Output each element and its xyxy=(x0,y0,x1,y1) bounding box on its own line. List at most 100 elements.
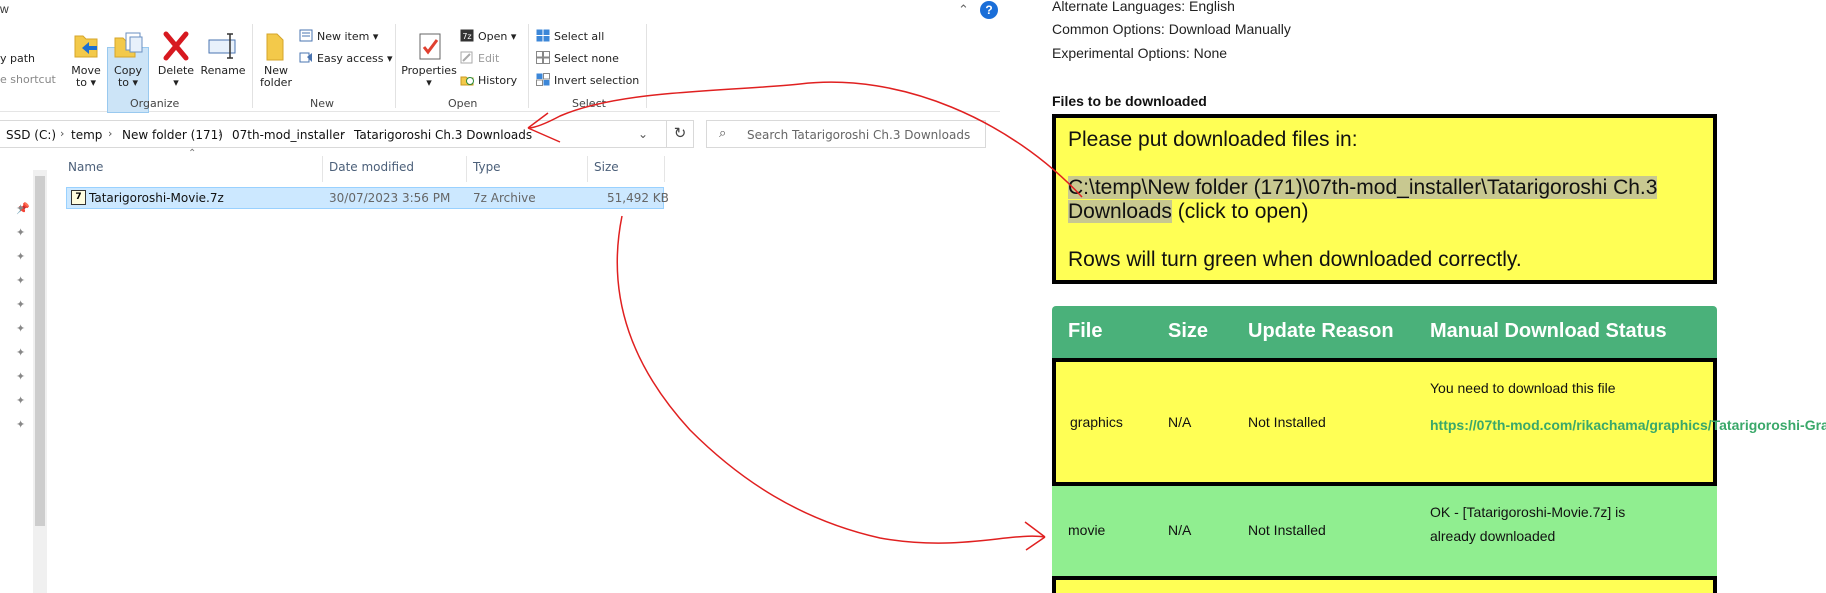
history-button[interactable]: History xyxy=(460,73,517,87)
new-item-button[interactable]: New item ▾ xyxy=(299,29,378,43)
header-update-reason: Update Reason xyxy=(1248,320,1394,342)
breadcrumb-installer[interactable]: 07th-mod_installer xyxy=(232,128,345,142)
column-header-date[interactable]: Date modified xyxy=(329,160,414,174)
refresh-icon: ↻ xyxy=(673,125,687,142)
delete-button[interactable]: Delete ▾ xyxy=(155,30,197,89)
ribbon-separator xyxy=(528,24,529,108)
pin-icon[interactable]: ✦ xyxy=(16,418,25,431)
select-group-label: Select xyxy=(572,97,606,110)
ribbon-separator xyxy=(395,24,396,108)
select-none-button[interactable]: Select none xyxy=(536,51,619,65)
table-header: File Size Update Reason Manual Download … xyxy=(1052,306,1717,358)
select-none-icon xyxy=(536,51,550,64)
column-header-size[interactable]: Size xyxy=(594,160,619,174)
column-separator[interactable] xyxy=(664,156,665,182)
open-label: Open xyxy=(478,30,508,43)
download-path-link-part1[interactable]: C:\temp\New folder (171)\07th-mod_instal… xyxy=(1068,176,1658,199)
column-separator[interactable] xyxy=(587,156,588,182)
breadcrumb-drive[interactable]: SSD (C:) xyxy=(6,128,56,142)
archive-file-icon: 7 xyxy=(71,190,86,205)
move-to-label: Move to xyxy=(71,64,101,89)
option-languages: Alternate Languages: English xyxy=(1052,0,1235,14)
column-separator[interactable] xyxy=(322,156,323,182)
table-row: graphics N/A Not Installed You need to d… xyxy=(1052,358,1826,486)
edit-button[interactable]: Edit xyxy=(460,51,499,65)
file-row[interactable]: 7 Tatarigoroshi-Movie.7z 30/07/2023 3:56… xyxy=(66,187,669,209)
header-size: Size xyxy=(1168,320,1209,342)
download-path-line: Downloads (click to open) xyxy=(1068,200,1701,224)
pin-icon[interactable]: ✦ xyxy=(16,250,25,263)
copy-to-icon xyxy=(114,32,143,58)
download-path-link-part2[interactable]: Downloads xyxy=(1068,200,1172,223)
collapse-ribbon-icon[interactable]: ⌃ xyxy=(958,2,969,18)
copy-to-label: Copy to xyxy=(114,64,142,89)
column-separator[interactable] xyxy=(466,156,467,182)
row-size: N/A xyxy=(1168,414,1192,430)
breadcrumb-temp[interactable]: temp xyxy=(71,128,102,142)
nav-scrollbar-thumb[interactable] xyxy=(35,176,45,526)
address-dropdown-icon[interactable]: ⌄ xyxy=(638,127,648,141)
open-button[interactable]: 7z Open ▾ xyxy=(460,29,516,43)
sort-caret-icon: ⌃ xyxy=(188,148,197,159)
column-header-type[interactable]: Type xyxy=(473,160,501,174)
row-status: You need to download this file xyxy=(1430,380,1616,396)
files-heading: Files to be downloaded xyxy=(1052,93,1207,109)
select-all-button[interactable]: Select all xyxy=(536,29,604,43)
download-path-line: C:\temp\New folder (171)\07th-mod_instal… xyxy=(1068,176,1701,200)
search-input[interactable]: Search Tatarigoroshi Ch.3 Downloads xyxy=(747,128,970,142)
copy-path-fragment[interactable]: y path xyxy=(0,52,35,65)
invert-selection-button[interactable]: Invert selection xyxy=(536,73,639,87)
row-reason: Not Installed xyxy=(1248,522,1326,538)
pin-icon[interactable]: ✦ xyxy=(16,202,25,215)
new-folder-button[interactable]: New folder xyxy=(256,30,296,89)
download-link[interactable]: https://07th-mod.com/rikachama/graphics/… xyxy=(1430,414,1826,436)
edit-label: Edit xyxy=(478,52,500,65)
window-title-fragment: w xyxy=(0,2,9,16)
breadcrumb-new-folder[interactable]: New folder (171) xyxy=(122,128,223,142)
pin-icon[interactable]: ✦ xyxy=(16,370,25,383)
new-folder-label: New folder xyxy=(260,64,292,89)
ribbon: y path e shortcut Move to ▾ Copy to ▾ De… xyxy=(0,20,1000,113)
rename-button[interactable]: Rename xyxy=(198,30,248,77)
easy-access-button[interactable]: Easy access ▾ xyxy=(299,51,393,65)
move-to-button[interactable]: Move to ▾ xyxy=(66,30,106,89)
search-box[interactable]: ⌕ Search Tatarigoroshi Ch.3 Downloads xyxy=(706,120,986,148)
table-row: movie N/A Not Installed OK - [Tatarigoro… xyxy=(1052,486,1717,576)
breadcrumb-separator-icon[interactable]: › xyxy=(108,127,112,140)
help-icon[interactable]: ? xyxy=(980,1,998,19)
column-header-name[interactable]: Name xyxy=(68,160,103,174)
delete-icon xyxy=(163,31,189,61)
pin-icon[interactable]: ✦ xyxy=(16,322,25,335)
properties-button[interactable]: Properties ▾ xyxy=(399,30,459,89)
file-explorer-window: w ⌃ ? y path e shortcut Move to ▾ Copy t… xyxy=(0,0,1000,593)
option-experimental: Experimental Options: None xyxy=(1052,45,1228,61)
click-to-open-hint: (click to open) xyxy=(1171,200,1309,223)
pin-icon[interactable]: ✦ xyxy=(16,226,25,239)
invert-selection-label: Invert selection xyxy=(554,74,640,87)
title-bar: w ⌃ ? xyxy=(0,0,1000,20)
breadcrumb-separator-icon[interactable]: › xyxy=(218,127,222,140)
copy-to-button[interactable]: Copy to ▾ xyxy=(108,30,148,89)
breadcrumb-separator-icon[interactable]: › xyxy=(60,127,64,140)
pin-icon[interactable]: ✦ xyxy=(16,346,25,359)
file-size: 51,492 KB xyxy=(607,191,669,205)
row-reason: Not Installed xyxy=(1248,414,1326,430)
properties-icon xyxy=(419,33,441,60)
pin-icon[interactable]: ✦ xyxy=(16,394,25,407)
pin-icon[interactable]: ✦ xyxy=(16,274,25,287)
breadcrumb-separator-icon[interactable]: › xyxy=(340,127,344,140)
history-icon xyxy=(460,76,474,86)
row-size: N/A xyxy=(1168,522,1192,538)
select-all-icon xyxy=(536,29,550,42)
rename-icon xyxy=(208,33,236,59)
breadcrumb-downloads[interactable]: Tatarigoroshi Ch.3 Downloads xyxy=(354,128,532,142)
row-file: movie xyxy=(1068,522,1106,538)
paste-shortcut-fragment[interactable]: e shortcut xyxy=(0,73,56,86)
pin-icon[interactable]: ✦ xyxy=(16,298,25,311)
address-bar[interactable]: SSD (C:) › temp › New folder (171) › 07t… xyxy=(0,120,694,148)
properties-label: Properties xyxy=(401,64,457,77)
option-common: Common Options: Download Manually xyxy=(1052,21,1291,37)
select-none-label: Select none xyxy=(554,52,619,65)
refresh-button[interactable]: ↻ xyxy=(666,120,694,148)
easy-access-label: Easy access xyxy=(317,52,384,65)
